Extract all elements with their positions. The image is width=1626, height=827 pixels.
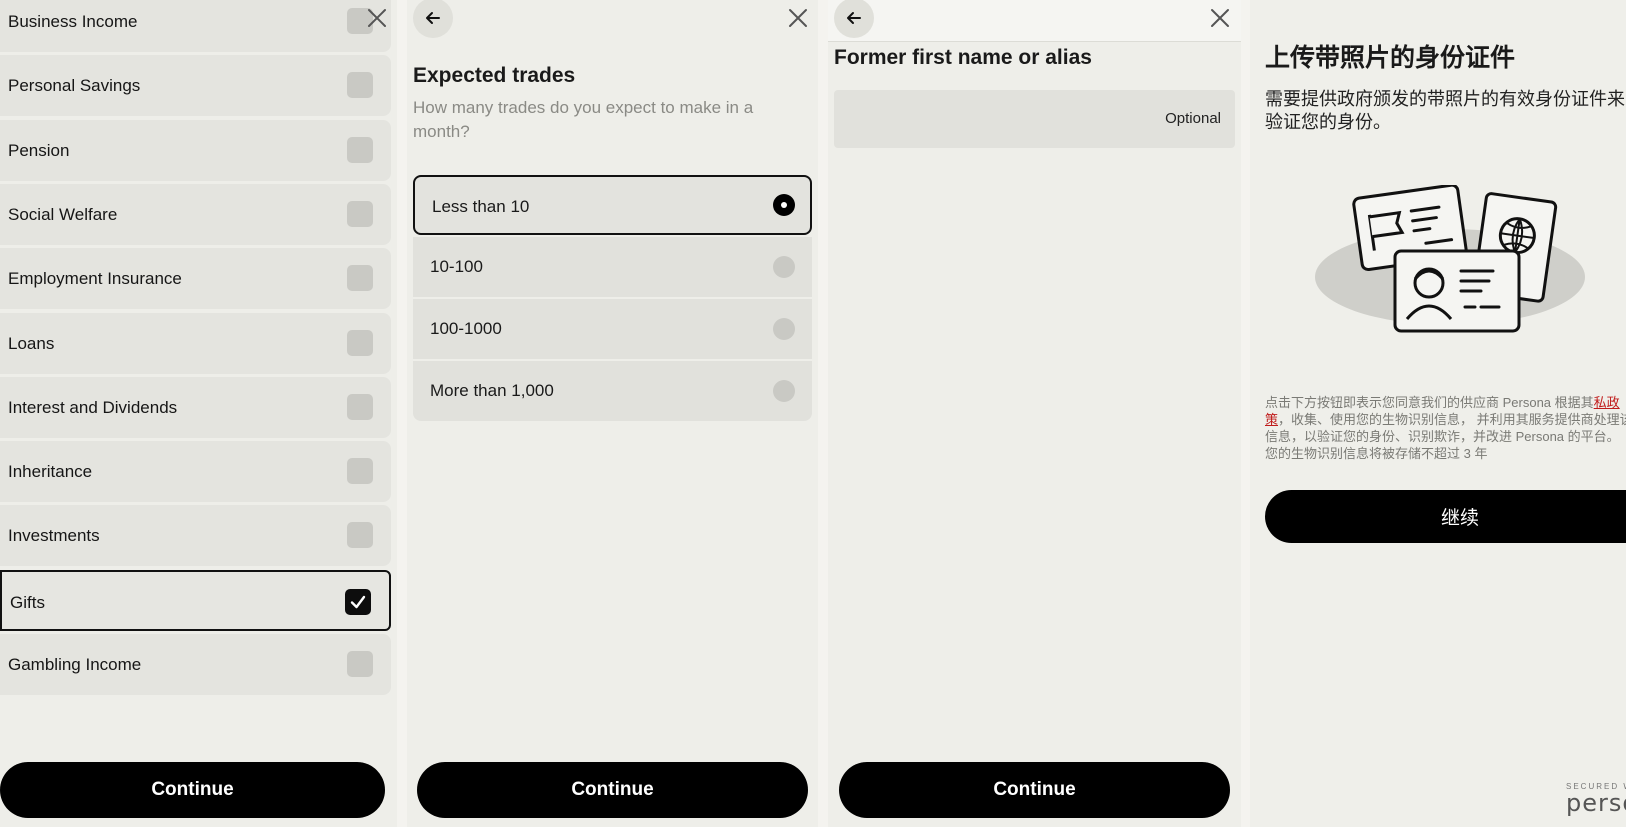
income-source-option[interactable]: Gifts (0, 569, 391, 631)
close-icon (1211, 9, 1229, 27)
close-icon (368, 9, 386, 27)
close-icon (789, 9, 807, 27)
option-label: More than 1,000 (430, 381, 554, 400)
option-label: 100-1000 (430, 319, 502, 338)
income-source-option[interactable]: Social Welfare (0, 183, 391, 245)
consent-text: 点击下方按钮即表示您同意我们的供应商 Persona 根据其私政策，收集、使用您… (1265, 395, 1626, 461)
radio[interactable] (773, 380, 795, 402)
income-source-option[interactable]: Business Income (0, 0, 391, 52)
continue-button[interactable]: Continue (839, 762, 1230, 818)
checkbox[interactable] (347, 458, 373, 485)
checkbox[interactable] (347, 200, 373, 227)
checkbox[interactable] (347, 72, 373, 99)
option-label: Personal Savings (8, 76, 141, 96)
option-label: Loans (8, 333, 55, 353)
close-button[interactable] (783, 3, 813, 33)
income-source-option[interactable]: Interest and Dividends (0, 376, 391, 438)
back-button[interactable] (413, 0, 453, 38)
checkmark-icon (350, 595, 366, 608)
option-label: Investments (8, 526, 100, 546)
option-label: Gambling Income (8, 655, 142, 674)
persona-logo: person (1566, 789, 1626, 817)
income-source-option[interactable]: Personal Savings (0, 55, 391, 117)
page-title: 上传带照片的身份证件 (1265, 44, 1516, 72)
checkbox[interactable] (347, 651, 373, 677)
option-label: Gifts (10, 592, 45, 612)
option-label: Employment Insurance (8, 269, 182, 289)
checkbox[interactable] (347, 136, 373, 163)
continue-button[interactable]: Continue (0, 762, 385, 818)
radio-selected[interactable] (773, 194, 795, 216)
close-button[interactable] (362, 3, 392, 33)
checkbox[interactable] (347, 522, 373, 549)
continue-button[interactable]: 继续 (1265, 490, 1626, 543)
arrow-left-icon (426, 12, 440, 24)
persona-badge: SECURED W person (1566, 782, 1626, 817)
income-source-option[interactable]: Inheritance (0, 441, 391, 503)
page-description: 需要提供政府颁发的带照片的有效身份证件来验证您的身份。 (1265, 89, 1625, 132)
option-label: Pension (8, 140, 70, 160)
income-source-panel: Business Income Personal Savings Pension So… (0, 0, 397, 827)
trade-option[interactable]: 100-1000 (413, 299, 812, 359)
checkbox[interactable] (347, 265, 373, 292)
income-source-option[interactable]: Loans (0, 312, 391, 374)
income-source-option[interactable]: Investments (0, 505, 391, 567)
checkbox[interactable] (347, 329, 373, 356)
income-source-option[interactable]: Pension (0, 119, 391, 181)
former-name-panel: Former first name or alias Optional Cont… (828, 0, 1241, 827)
top-bar (828, 0, 1241, 42)
option-label: 10-100 (430, 257, 483, 276)
income-source-option[interactable]: Employment Insurance (0, 248, 391, 310)
trade-option[interactable]: Less than 10 (413, 175, 812, 235)
arrow-left-icon (847, 12, 861, 24)
trade-option[interactable]: More than 1,000 (413, 361, 812, 421)
option-label: Interest and Dividends (8, 397, 178, 417)
continue-button[interactable]: Continue (417, 762, 808, 818)
input-placeholder: Optional (1165, 110, 1221, 127)
id-documents-illustration (1315, 185, 1585, 333)
trade-option[interactable]: 10-100 (413, 237, 812, 297)
expected-trades-panel: Expected trades How many trades do you e… (407, 0, 818, 827)
radio[interactable] (773, 318, 795, 340)
upload-id-panel: 上传带照片的身份证件 需要提供政府颁发的带照片的有效身份证件来验证您的身份。 点… (1250, 0, 1626, 827)
former-name-input[interactable]: Optional (834, 90, 1235, 148)
option-label: Business Income (8, 12, 138, 31)
radio[interactable] (773, 256, 795, 278)
page-subtitle: How many trades do you expect to make in… (413, 98, 754, 141)
checkbox[interactable] (347, 393, 373, 420)
checkbox-checked[interactable] (345, 588, 371, 615)
page-title: Former first name or alias (834, 46, 1092, 69)
option-label: Social Welfare (8, 204, 118, 224)
income-source-option[interactable]: Gambling Income (0, 634, 391, 695)
option-label: Inheritance (8, 462, 93, 482)
page-title: Expected trades (413, 64, 576, 87)
close-button[interactable] (1205, 3, 1235, 33)
option-label: Less than 10 (432, 197, 530, 216)
